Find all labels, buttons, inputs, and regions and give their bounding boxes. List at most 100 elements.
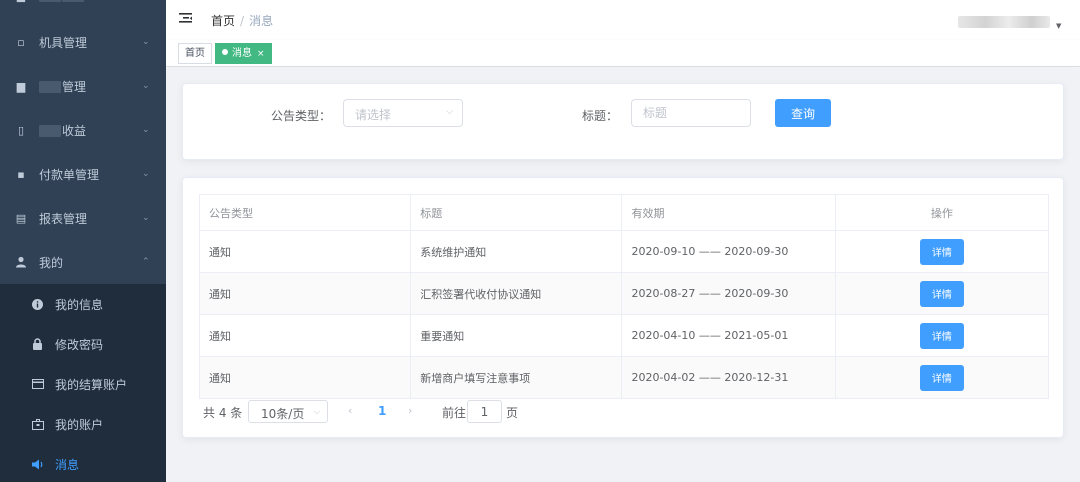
table-row: 通知 重要通知 2020-04-10 —— 2021-05-01 详情 — [198, 314, 1050, 357]
chevron-down-icon: ⌄ — [142, 213, 150, 223]
select-placeholder: 请选择 — [355, 108, 392, 122]
cell-title: 重要通知 — [410, 314, 623, 357]
announcement-type-select[interactable]: 请选择 ⌵ — [343, 99, 463, 127]
sidebar: ▬ ▫ 机具管理 ⌄ ▆ 管理 ⌄ ▯ 收益 ⌄ ▪ 付款单管理 ⌄ ▤ 报表管… — [0, 0, 166, 482]
chevron-up-icon: ⌃ — [142, 257, 150, 267]
chart-icon: ▤ — [15, 211, 27, 225]
database-icon: ▯ — [17, 123, 25, 137]
sidebar-submenu-mine: 我的信息 修改密码 我的结算账户 我的账户 消息 — [0, 284, 166, 482]
cell-type: 通知 — [198, 272, 412, 315]
sidebar-subitem-my-account[interactable]: 我的账户 — [0, 404, 166, 444]
table-row: 通知 新增商户填写注意事项 2020-04-02 —— 2020-12-31 详… — [198, 356, 1050, 399]
speaker-icon — [31, 458, 44, 471]
sidebar-subitem-my-info[interactable]: 我的信息 — [0, 284, 166, 324]
menu-icon: ▬ — [14, 0, 28, 6]
cell-period: 2020-04-02 —— 2020-12-31 — [621, 356, 836, 399]
chevron-down-icon: ⌄ — [142, 125, 150, 135]
sidebar-subitem-label: 消息 — [55, 457, 80, 472]
sidebar-item-payments[interactable]: ▪ 付款单管理 ⌄ — [0, 152, 166, 196]
tag-messages[interactable]: 消息 × — [215, 43, 272, 64]
cell-title: 汇积签署代收付协议通知 — [410, 272, 623, 315]
sidebar-item-reports[interactable]: ▤ 报表管理 ⌄ — [0, 196, 166, 240]
announcements-table: 公告类型 标题 有效期 操作 通知 系统维护通知 2020-09-10 —— 2… — [198, 194, 1050, 399]
sidebar-subitem-label: 修改密码 — [55, 337, 104, 352]
cell-title: 新增商户填写注意事项 — [410, 356, 623, 399]
tags-view: 首页 消息 × — [166, 40, 1080, 67]
detail-button[interactable]: 详情 — [919, 280, 964, 307]
cell-period: 2020-04-10 —— 2021-05-01 — [621, 314, 836, 357]
column-header-title: 标题 — [410, 194, 623, 231]
detail-button[interactable]: 详情 — [919, 322, 964, 349]
sidebar-item-mine[interactable]: 我的 ⌃ — [0, 240, 166, 284]
cell-type: 通知 — [198, 356, 412, 399]
close-icon[interactable]: × — [257, 49, 265, 59]
cell-period: 2020-08-27 —— 2020-09-30 — [621, 272, 836, 315]
user-menu[interactable] — [958, 16, 1050, 28]
column-header-type: 公告类型 — [198, 194, 412, 231]
redacted-text — [39, 81, 61, 93]
column-header-action: 操作 — [834, 194, 1050, 231]
tag-home[interactable]: 首页 — [178, 43, 212, 64]
cell-type: 通知 — [198, 314, 412, 357]
table-row: 通知 系统维护通知 2020-09-10 —— 2020-09-30 详情 — [198, 230, 1050, 273]
table-card: 公告类型 标题 有效期 操作 通知 系统维护通知 2020-09-10 —— 2… — [182, 177, 1064, 438]
search-card: 公告类型： 请选择 ⌵ 标题： 查询 — [182, 83, 1064, 160]
detail-button[interactable]: 详情 — [919, 238, 964, 265]
sidebar-subitem-label: 我的信息 — [55, 297, 104, 312]
table-row: 通知 汇积签署代收付协议通知 2020-08-27 —— 2020-09-30 … — [198, 272, 1050, 315]
goto-label: 前往 — [442, 406, 467, 420]
sidebar-item-label: 报表管理 — [39, 211, 88, 226]
active-dot-icon — [222, 49, 228, 55]
card-icon — [31, 378, 44, 391]
chevron-down-icon: ⌵ — [313, 407, 320, 416]
hamburger-menu-icon[interactable] — [178, 11, 194, 27]
sidebar-subitem-change-password[interactable]: 修改密码 — [0, 324, 166, 364]
user-icon — [14, 255, 28, 269]
sidebar-item-partial-top[interactable]: ▬ — [0, 0, 166, 12]
device-icon: ▫ — [17, 35, 25, 49]
chevron-down-icon: ⌄ — [142, 37, 150, 47]
lock-icon — [31, 338, 44, 351]
sidebar-subitem-messages[interactable]: 消息 — [0, 444, 166, 482]
breadcrumb-home[interactable]: 首页 — [211, 14, 235, 28]
breadcrumb-current: 消息 — [249, 14, 274, 28]
sidebar-subitem-label: 我的结算账户 — [55, 377, 128, 392]
prev-page-icon[interactable]: ‹ — [348, 404, 352, 417]
sidebar-item-management[interactable]: ▆ 管理 ⌄ — [0, 64, 166, 108]
film-icon: ▆ — [16, 79, 26, 93]
sidebar-item-devices[interactable]: ▫ 机具管理 ⌄ — [0, 20, 166, 64]
sidebar-subitem-label: 我的账户 — [55, 417, 104, 432]
table-header-row: 公告类型 标题 有效期 操作 — [198, 194, 1050, 231]
navbar: 首页 / 消息 ▼ — [166, 0, 1080, 40]
chevron-down-icon: ⌵ — [446, 107, 453, 117]
type-label: 公告类型： — [271, 109, 332, 123]
wallet-icon — [31, 418, 44, 431]
briefcase-icon: ▪ — [17, 167, 25, 181]
info-icon — [31, 298, 44, 311]
breadcrumb-separator: / — [240, 14, 245, 28]
title-label: 标题： — [582, 109, 619, 123]
main-content: 公告类型： 请选择 ⌵ 标题： 查询 公告类型 标题 有效期 操作 通知 — [166, 68, 1080, 482]
cell-type: 通知 — [198, 230, 412, 273]
sidebar-item-label: 收益 — [62, 123, 87, 138]
pagination: 共 4 条 10条/页 ⌵ ‹ 1 › 前往 页 — [203, 400, 903, 424]
caret-down-icon[interactable]: ▼ — [1056, 22, 1061, 30]
next-page-icon[interactable]: › — [408, 404, 412, 417]
column-header-period: 有效期 — [621, 194, 836, 231]
page-size-value: 10条/页 — [261, 407, 305, 421]
cell-period: 2020-09-10 —— 2020-09-30 — [621, 230, 836, 273]
goto-page-input[interactable] — [467, 400, 502, 423]
breadcrumb: 首页 / 消息 — [211, 12, 273, 29]
query-button[interactable]: 查询 — [775, 99, 831, 127]
chevron-down-icon: ⌄ — [142, 81, 150, 91]
page-number[interactable]: 1 — [378, 404, 386, 418]
page-size-select[interactable]: 10条/页 ⌵ — [248, 400, 328, 423]
sidebar-item-income[interactable]: ▯ 收益 ⌄ — [0, 108, 166, 152]
sidebar-item-label: 管理 — [62, 79, 87, 94]
detail-button[interactable]: 详情 — [919, 364, 964, 391]
title-input[interactable] — [631, 99, 751, 127]
sidebar-item-label: 我的 — [39, 255, 64, 270]
cell-title: 系统维护通知 — [410, 230, 623, 273]
sidebar-subitem-settlement-account[interactable]: 我的结算账户 — [0, 364, 166, 404]
page-unit-label: 页 — [506, 406, 519, 420]
